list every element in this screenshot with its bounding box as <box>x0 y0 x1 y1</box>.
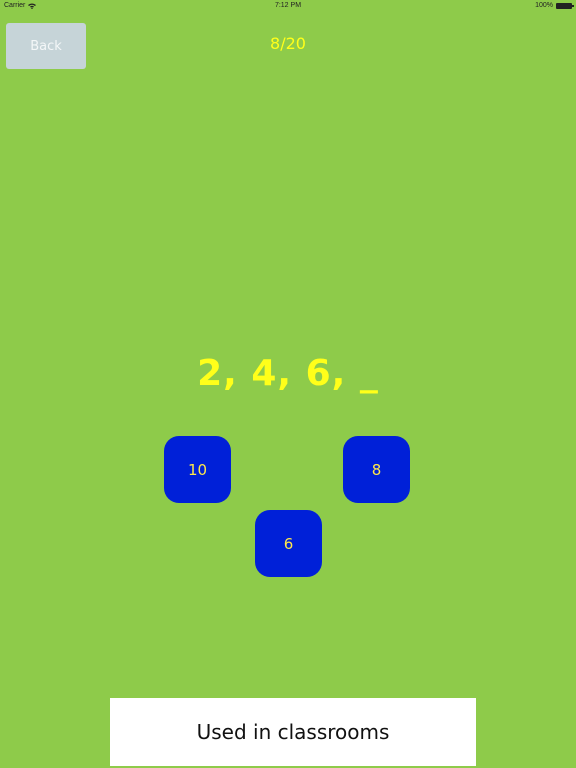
answer-tile-8[interactable]: 8 <box>343 436 410 503</box>
question-progress: 8/20 <box>270 34 306 53</box>
battery-icon <box>556 2 574 9</box>
answer-tile-6[interactable]: 6 <box>255 510 322 577</box>
status-bar: Carrier 7:12 PM 100% <box>0 0 576 12</box>
number-sequence: 2, 4, 6, _ <box>197 353 379 394</box>
status-battery-group: 100% <box>535 2 574 9</box>
answer-tile-10[interactable]: 10 <box>164 436 231 503</box>
promo-banner: Used in classrooms <box>110 698 476 766</box>
banner-text: Used in classrooms <box>196 720 390 744</box>
battery-percent: 100% <box>535 2 553 9</box>
status-time: 7:12 PM <box>274 2 302 9</box>
